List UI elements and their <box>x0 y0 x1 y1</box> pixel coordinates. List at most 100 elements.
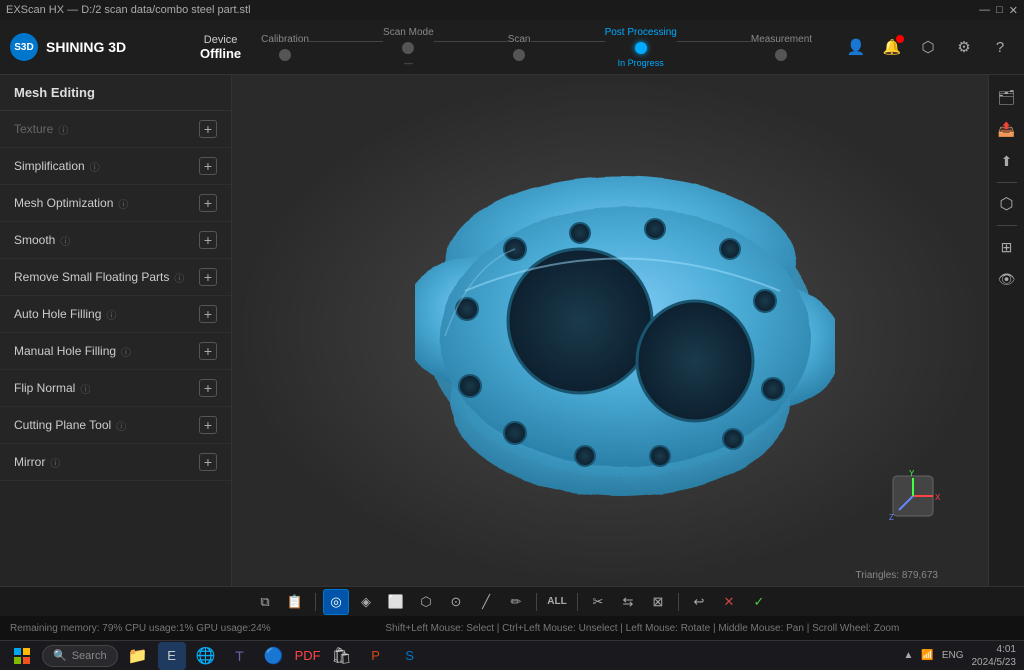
bolt-hole-6 <box>762 378 784 400</box>
user-icon[interactable]: 👤 <box>842 33 870 61</box>
step-scan[interactable]: Scan <box>508 34 531 61</box>
step-connector-4 <box>677 41 751 42</box>
upload-icon[interactable]: ⬆ <box>993 147 1021 175</box>
all-icon[interactable]: ALL <box>544 589 570 615</box>
share-icon[interactable]: ⬡ <box>914 33 942 61</box>
step-connector-3 <box>531 41 605 42</box>
layers-icon[interactable]: ◈ <box>353 589 379 615</box>
expand-mirror[interactable]: + <box>199 453 217 471</box>
notification-icon[interactable]: 🔔 <box>878 33 906 61</box>
expand-manual-hole[interactable]: + <box>199 342 217 360</box>
copy-icon[interactable]: ⧉ <box>252 589 278 615</box>
bolt-hole-3 <box>645 219 665 239</box>
expand-mesh-optimization[interactable]: + <box>199 194 217 212</box>
lasso-icon[interactable]: ⬡ <box>413 589 439 615</box>
taskbar-app-browser[interactable]: E <box>158 642 186 670</box>
viewport[interactable]: X Y Z Triangles: 879,673 <box>232 75 988 586</box>
maximize-button[interactable]: □ <box>996 4 1003 17</box>
start-button[interactable] <box>8 645 36 667</box>
sidebar-item-simplification[interactable]: Simplification ⓘ + <box>0 148 231 185</box>
help-icon[interactable]: ? <box>986 33 1014 61</box>
eye-icon[interactable]: 👁 <box>993 265 1021 293</box>
expand-auto-hole[interactable]: + <box>199 305 217 323</box>
taskbar-app-pdf[interactable]: PDF <box>294 642 322 670</box>
info-icon-remove-floating[interactable]: ⓘ <box>174 270 184 285</box>
expand-flip-normal[interactable]: + <box>199 379 217 397</box>
taskbar-app-powerpoint[interactable]: P <box>362 642 390 670</box>
rect-select-icon[interactable]: ⬜ <box>383 589 409 615</box>
info-icon-texture[interactable]: ⓘ <box>58 122 68 137</box>
notification-badge <box>896 35 904 43</box>
measure-icon[interactable]: ⊞ <box>993 233 1021 261</box>
expand-cutting-plane[interactable]: + <box>199 416 217 434</box>
taskbar-icon-wifi[interactable]: 📶 <box>921 650 933 661</box>
sidebar-label-flip-normal: Flip Normal <box>14 381 75 395</box>
sidebar-item-manual-hole[interactable]: Manual Hole Filling ⓘ + <box>0 333 231 370</box>
sidebar-item-flip-normal[interactable]: Flip Normal ⓘ + <box>0 370 231 407</box>
sidebar: Mesh Editing Texture ⓘ + Simplification … <box>0 75 232 586</box>
sidebar-item-cutting-plane[interactable]: Cutting Plane Tool ⓘ + <box>0 407 231 444</box>
info-icon-mirror[interactable]: ⓘ <box>50 455 60 470</box>
info-icon-cutting-plane[interactable]: ⓘ <box>116 418 126 433</box>
step-scanmode[interactable]: Scan Mode — <box>383 27 434 68</box>
sidebar-item-texture[interactable]: Texture ⓘ + <box>0 111 231 148</box>
nav-steps: Calibration Scan Mode — Scan Post Proces… <box>241 27 832 68</box>
taskbar-app-explorer[interactable]: 📁 <box>124 642 152 670</box>
expand-texture[interactable]: + <box>199 120 217 138</box>
info-icon-flip-normal[interactable]: ⓘ <box>80 381 90 396</box>
sidebar-item-smooth[interactable]: Smooth ⓘ + <box>0 222 231 259</box>
info-icon-mesh-optimization[interactable]: ⓘ <box>118 196 128 211</box>
sidebar-label-manual-hole: Manual Hole Filling <box>14 344 116 358</box>
sidebar-item-remove-floating[interactable]: Remove Small Floating Parts ⓘ + <box>0 259 231 296</box>
info-icon-auto-hole[interactable]: ⓘ <box>106 307 116 322</box>
delete-icon[interactable]: ⊠ <box>645 589 671 615</box>
step-measurement[interactable]: Measurement <box>751 34 812 61</box>
taskbar-app-store[interactable]: 🛍 <box>328 642 356 670</box>
taskbar-app-shining3d[interactable]: S <box>396 642 424 670</box>
pen-icon[interactable]: ✏ <box>503 589 529 615</box>
undo-icon[interactable]: ↩ <box>686 589 712 615</box>
clear-icon[interactable]: ✕ <box>716 589 742 615</box>
minimize-button[interactable]: — <box>979 4 990 17</box>
line-icon[interactable]: ╱ <box>473 589 499 615</box>
step-calibration[interactable]: Calibration <box>261 34 309 61</box>
bolt-hole-8 <box>650 446 670 466</box>
step-dot-postprocessing <box>635 42 647 54</box>
step-postprocessing[interactable]: Post Processing In Progress <box>605 27 677 68</box>
taskbar-app-chrome[interactable]: 🔵 <box>260 642 288 670</box>
window-controls[interactable]: — □ ✕ <box>979 4 1018 17</box>
sidebar-item-mirror[interactable]: Mirror ⓘ + <box>0 444 231 481</box>
paint-icon[interactable]: ⊙ <box>443 589 469 615</box>
flip-icon[interactable]: ⇆ <box>615 589 641 615</box>
step-sublabel-postprocessing: In Progress <box>618 58 664 68</box>
sidebar-label-mesh-optimization: Mesh Optimization <box>14 196 113 210</box>
sidebar-label-texture: Texture <box>14 122 53 136</box>
info-icon-simplification[interactable]: ⓘ <box>90 159 100 174</box>
bolt-hole-11 <box>459 375 481 397</box>
expand-simplification[interactable]: + <box>199 157 217 175</box>
select-icon[interactable]: ◎ <box>323 589 349 615</box>
sidebar-label-auto-hole: Auto Hole Filling <box>14 307 101 321</box>
taskbar-app-edge[interactable]: 🌐 <box>192 642 220 670</box>
folder-icon[interactable]: 🗂 <box>993 83 1021 111</box>
settings-icon[interactable]: ⚙ <box>950 33 978 61</box>
step-dot-measurement <box>775 49 787 61</box>
close-button[interactable]: ✕ <box>1009 4 1018 17</box>
status-center: Shift+Left Mouse: Select | Ctrl+Left Mou… <box>385 623 899 634</box>
3d-view-icon[interactable]: ⬡ <box>993 190 1021 218</box>
paste-icon[interactable]: 📋 <box>282 589 308 615</box>
info-icon-smooth[interactable]: ⓘ <box>60 233 70 248</box>
expand-smooth[interactable]: + <box>199 231 217 249</box>
confirm-icon[interactable]: ✓ <box>746 589 772 615</box>
sidebar-item-mesh-optimization[interactable]: Mesh Optimization ⓘ + <box>0 185 231 222</box>
taskbar-app-teams[interactable]: T <box>226 642 254 670</box>
search-bar[interactable]: 🔍 Search <box>42 645 118 667</box>
taskbar-icon-arrow[interactable]: ▲ <box>903 650 913 661</box>
export-icon[interactable]: 📤 <box>993 115 1021 143</box>
info-icon-manual-hole[interactable]: ⓘ <box>121 344 131 359</box>
expand-remove-floating[interactable]: + <box>199 268 217 286</box>
taskbar-lang[interactable]: ENG <box>942 650 964 661</box>
sidebar-item-auto-hole[interactable]: Auto Hole Filling ⓘ + <box>0 296 231 333</box>
cut-icon[interactable]: ✂ <box>585 589 611 615</box>
clock[interactable]: 4:01 2024/5/23 <box>972 643 1017 669</box>
